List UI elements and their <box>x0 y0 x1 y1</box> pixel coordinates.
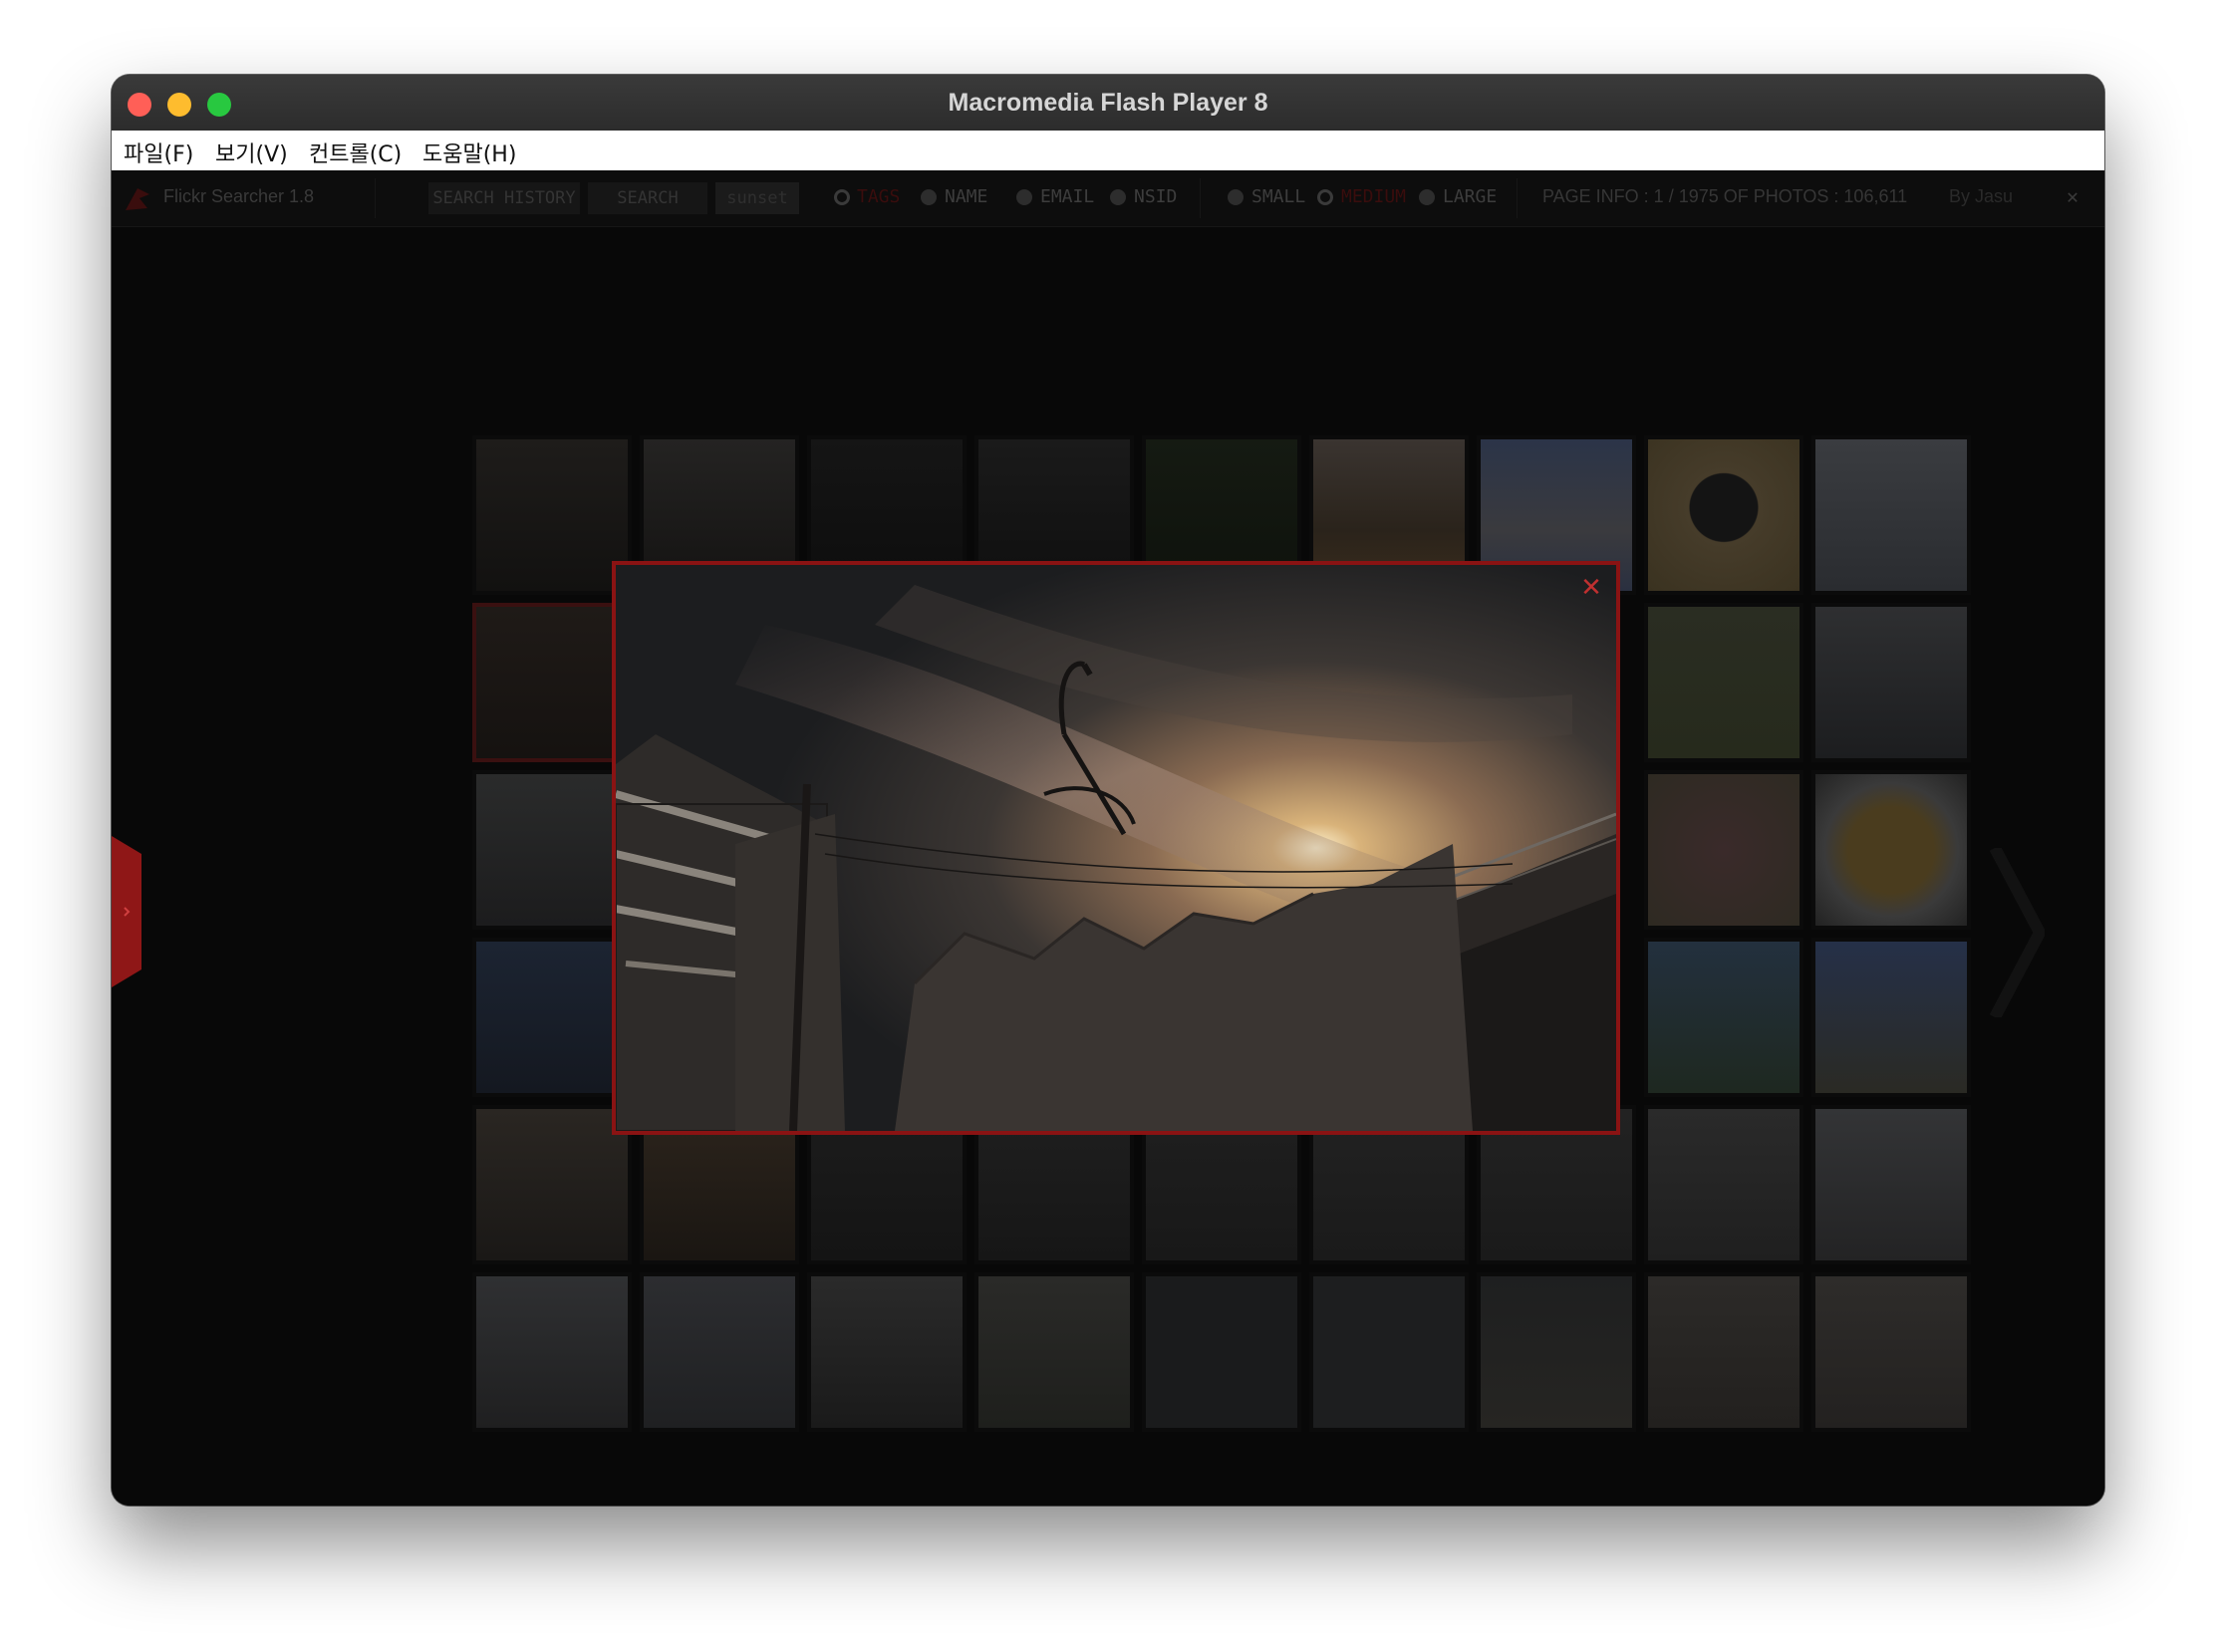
page-info: PAGE INFO : 1 / 1975 OF PHOTOS : 106,611 <box>1542 186 1908 206</box>
search-history-button[interactable]: SEARCH HISTORY <box>428 182 580 214</box>
thumbnail[interactable] <box>472 1105 632 1264</box>
menu-control[interactable]: 컨트롤(C) <box>309 137 402 168</box>
thumbnail[interactable] <box>1811 603 1971 762</box>
thumbnail[interactable] <box>1644 1272 1803 1432</box>
radio-tags[interactable] <box>834 189 850 205</box>
radio-tags-label: TAGS <box>857 186 901 207</box>
app-window: Macromedia Flash Player 8 파일(F) 보기(V) 컨트… <box>112 75 2104 1506</box>
thumbnail-selected[interactable] <box>472 603 632 762</box>
toolbar: Flickr Searcher 1.8 SEARCH HISTORY SEARC… <box>112 170 2104 227</box>
thumbnail[interactable] <box>1644 938 1803 1097</box>
thumbnail[interactable] <box>1811 938 1971 1097</box>
thumbnail[interactable] <box>1811 770 1971 930</box>
thumbnail[interactable] <box>1644 770 1803 930</box>
divider <box>1517 178 1518 218</box>
thumbnail[interactable] <box>807 1272 967 1432</box>
radio-email[interactable] <box>1016 189 1032 205</box>
side-panel-toggle[interactable] <box>112 836 141 987</box>
app-name: Flickr Searcher 1.8 <box>163 186 315 206</box>
thumbnail[interactable] <box>472 938 632 1097</box>
menu-help[interactable]: 도움말(H) <box>422 137 516 168</box>
divider <box>375 178 376 218</box>
thumbnail[interactable] <box>640 1272 799 1432</box>
thumbnail[interactable] <box>1811 1105 1971 1264</box>
menu-file[interactable]: 파일(F) <box>124 137 193 168</box>
title-bar: Macromedia Flash Player 8 <box>112 75 2104 132</box>
radio-large-label: LARGE <box>1443 186 1498 207</box>
search-button[interactable]: SEARCH <box>588 182 707 214</box>
enlarged-photo <box>616 565 1616 1131</box>
thumbnail[interactable] <box>472 1272 632 1432</box>
menu-view[interactable]: 보기(V) <box>215 137 288 168</box>
thumbnail[interactable] <box>472 435 632 595</box>
radio-large[interactable] <box>1419 189 1435 205</box>
flash-stage: Flickr Searcher 1.8 SEARCH HISTORY SEARC… <box>112 170 2104 1506</box>
author-credit: By Jasu <box>1949 186 2014 206</box>
thumbnail[interactable] <box>1811 435 1971 595</box>
thumbnail[interactable] <box>1644 1105 1803 1264</box>
thumbnail[interactable] <box>1811 1272 1971 1432</box>
radio-email-label: EMAIL <box>1040 186 1095 207</box>
radio-small-label: SMALL <box>1251 186 1306 207</box>
thumbnail[interactable] <box>1477 1272 1636 1432</box>
menu-bar: 파일(F) 보기(V) 컨트롤(C) 도움말(H) <box>112 131 2104 171</box>
divider <box>1200 178 1201 218</box>
radio-name-label: NAME <box>945 186 988 207</box>
app-close-icon[interactable]: ✕ <box>2067 184 2078 208</box>
thumbnail[interactable] <box>1142 1272 1301 1432</box>
radio-nsid-label: NSID <box>1134 186 1178 207</box>
radio-small[interactable] <box>1228 189 1244 205</box>
photo-viewer-popup: ✕ <box>612 561 1620 1135</box>
radio-medium-label: MEDIUM <box>1341 186 1407 207</box>
thumbnail[interactable] <box>974 1272 1134 1432</box>
thumbnail[interactable] <box>1309 1272 1469 1432</box>
radio-name[interactable] <box>921 189 937 205</box>
radio-medium[interactable] <box>1317 189 1333 205</box>
thumbnail[interactable] <box>472 770 632 930</box>
radio-nsid[interactable] <box>1110 189 1126 205</box>
flickr-logo-icon <box>126 188 149 210</box>
next-page-arrow-icon[interactable] <box>1985 848 2045 1017</box>
thumbnail[interactable] <box>1644 603 1803 762</box>
popup-close-icon[interactable]: ✕ <box>1578 575 1604 601</box>
thumbnail[interactable] <box>1644 435 1803 595</box>
window-title: Macromedia Flash Player 8 <box>948 89 1268 117</box>
search-input[interactable]: sunset <box>715 182 799 214</box>
